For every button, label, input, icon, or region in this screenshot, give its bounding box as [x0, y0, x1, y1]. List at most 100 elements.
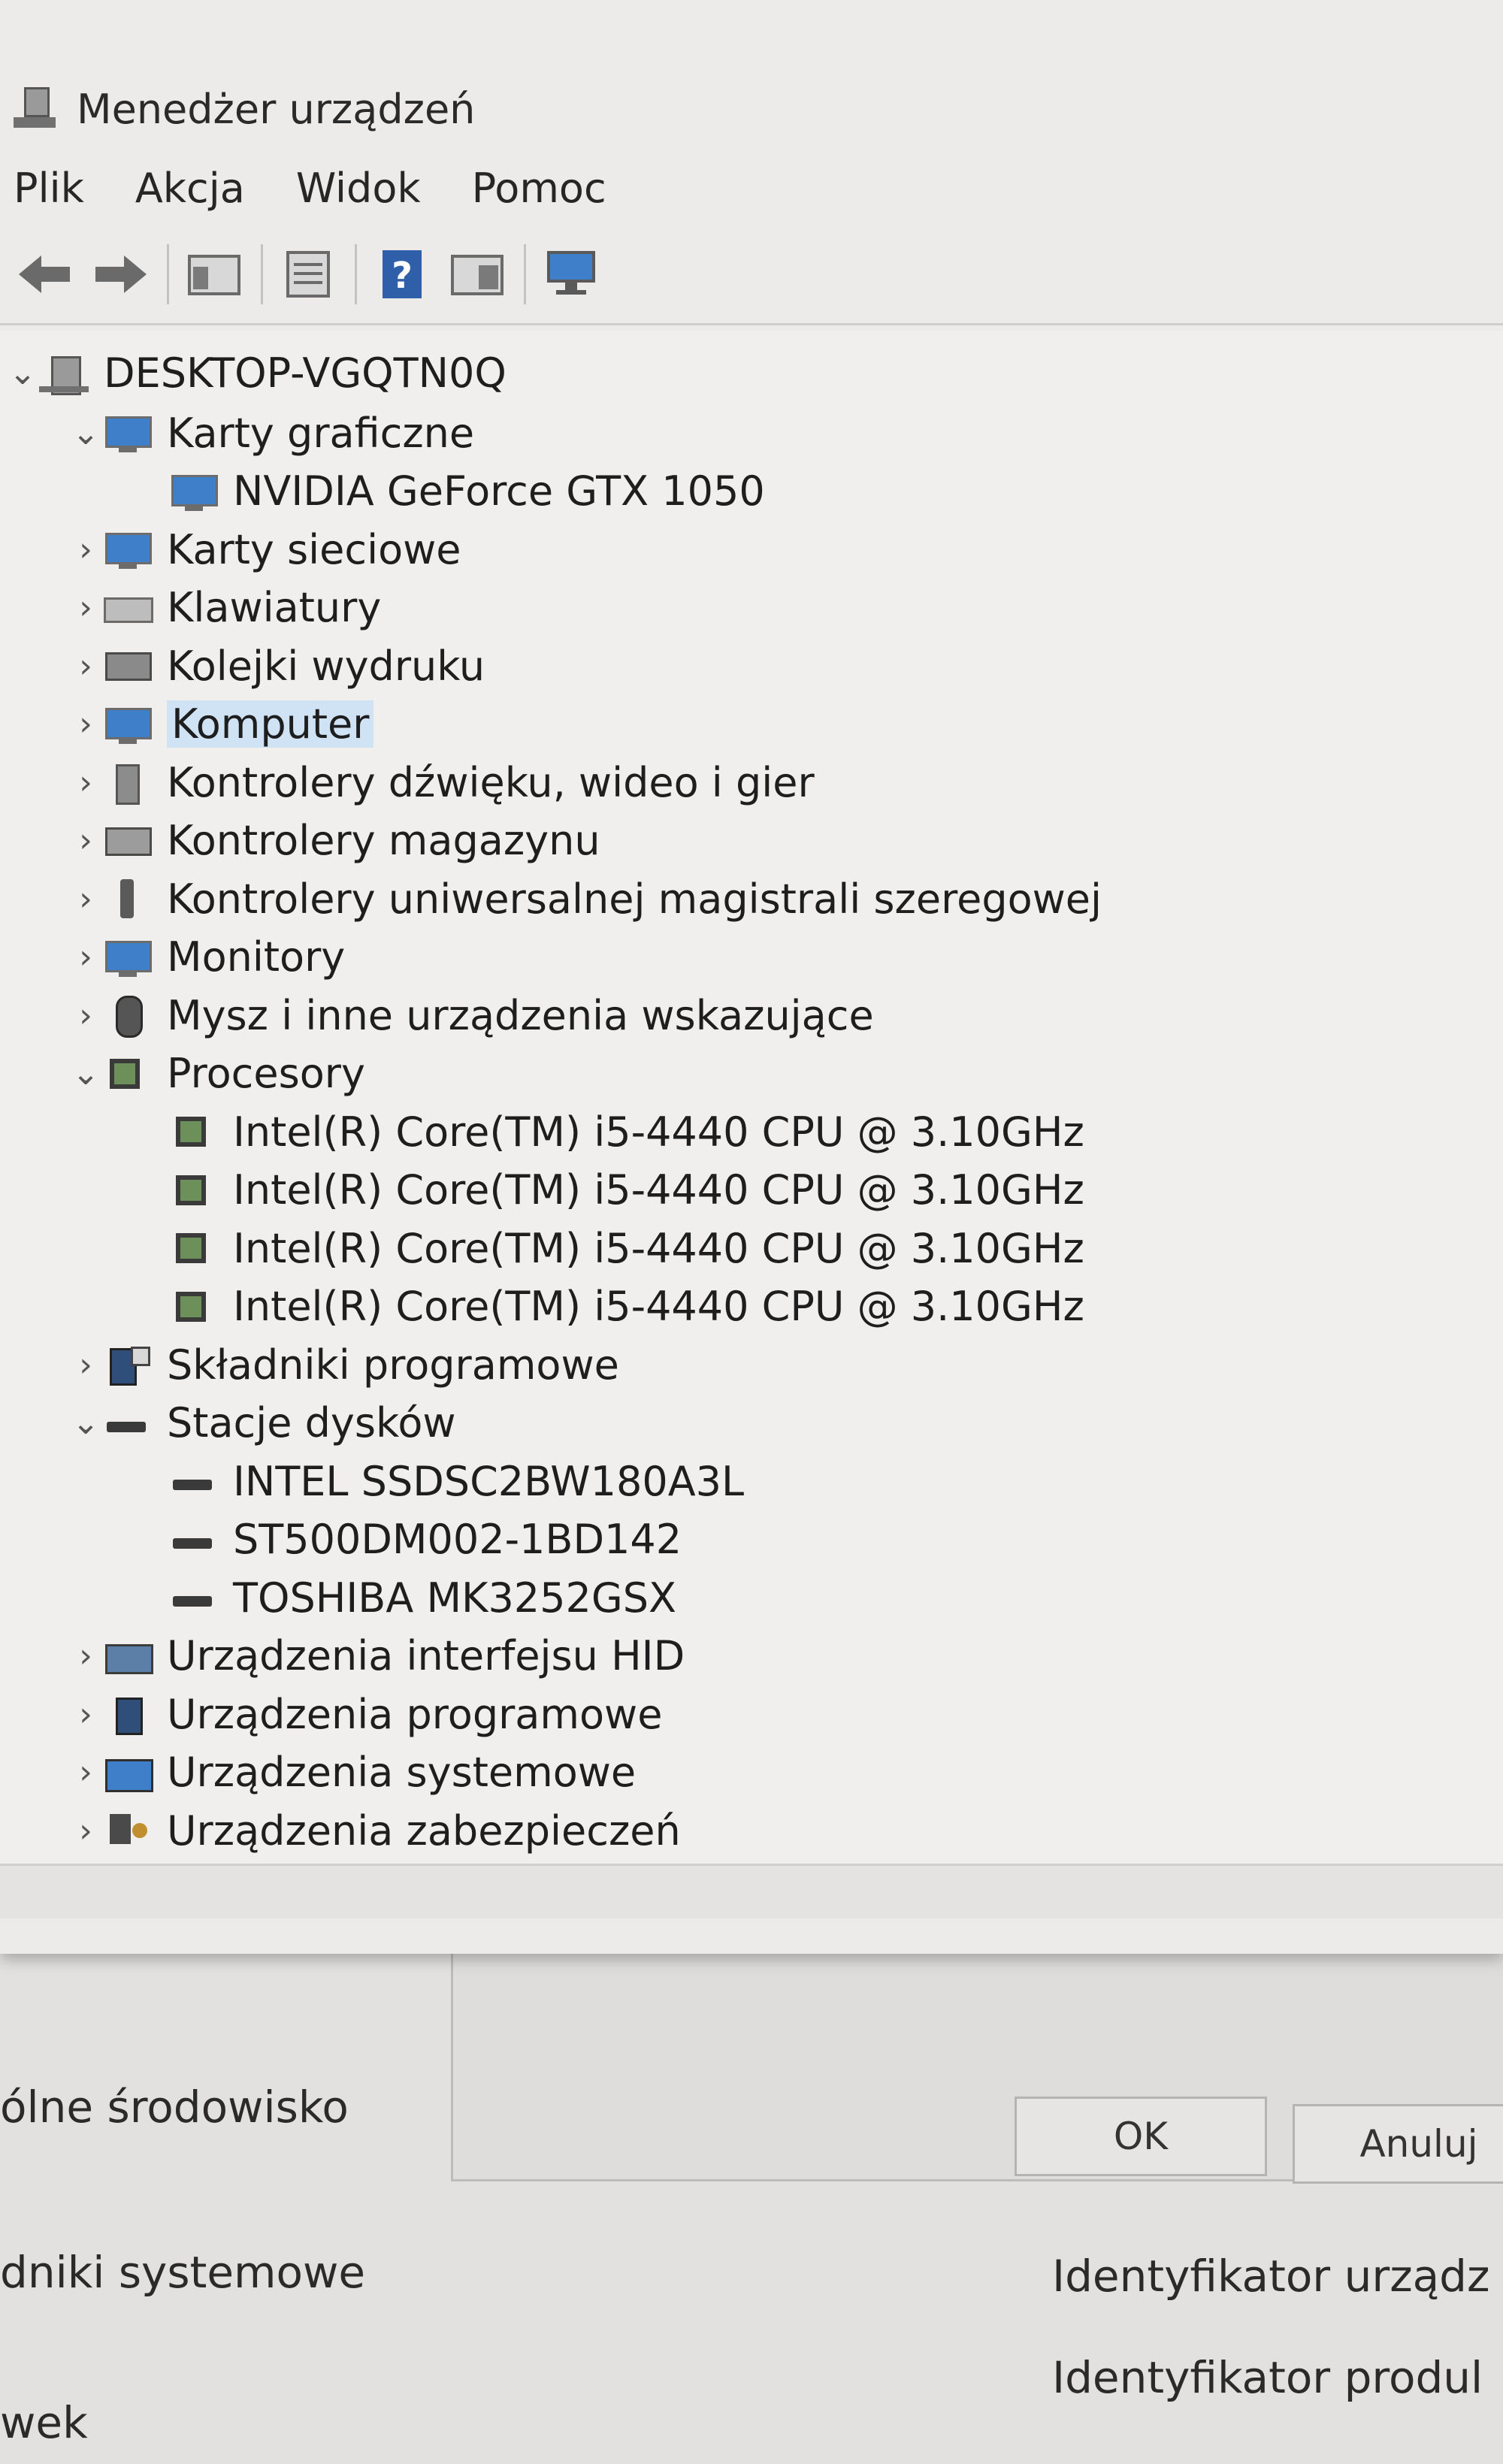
background-product-id-label: Identyfikator produl — [1052, 2352, 1483, 2403]
tree-category-item[interactable]: › Urządzenia zabezpieczeń — [69, 1803, 681, 1858]
menu-action[interactable]: Akcja — [135, 165, 245, 212]
chevron-right-icon[interactable]: › — [69, 988, 102, 1042]
menu-file[interactable]: Plik — [14, 165, 84, 212]
tree-item-label: Procesory — [167, 1050, 365, 1097]
tree-device-item[interactable]: NVIDIA GeForce GTX 1050 — [168, 464, 765, 518]
help-icon: ? — [383, 250, 422, 298]
tree-category-item[interactable]: ⌄ Procesory — [69, 1047, 365, 1101]
toolbar-separator — [261, 244, 263, 304]
window-title: Menedżer urządzeń — [77, 85, 476, 133]
tree-item-label: Klawiatury — [167, 584, 382, 631]
forward-arrow-icon — [95, 255, 147, 293]
view-panel-icon — [451, 255, 504, 295]
help-button[interactable]: ? — [372, 244, 432, 304]
tree-item-label: Karty sieciowe — [167, 525, 461, 573]
chevron-right-icon[interactable]: › — [69, 1803, 102, 1858]
tree-device-item[interactable]: Intel(R) Core(TM) i5-4440 CPU @ 3.10GHz — [168, 1163, 1084, 1217]
chevron-right-icon[interactable]: › — [69, 1629, 102, 1683]
chevron-right-icon[interactable]: › — [69, 639, 102, 693]
toolbar-separator — [355, 244, 357, 304]
chevron-right-icon[interactable]: › — [69, 581, 102, 635]
computer-icon — [39, 352, 89, 395]
forward-button[interactable] — [90, 244, 150, 304]
ok-button[interactable]: OK — [1015, 2097, 1267, 2176]
disk-drive-icon — [168, 1460, 218, 1502]
tree-category-item[interactable]: › Kolejki wydruku — [69, 639, 485, 693]
show-hide-console-tree-button[interactable] — [184, 244, 244, 304]
tree-item-label: Kolejki wydruku — [167, 642, 485, 690]
tree-item-label: Kontrolery dźwięku, wideo i gier — [167, 758, 815, 806]
system-devices-icon — [102, 1752, 153, 1794]
tree-category-item[interactable]: › Kontrolery uniwersalnej magistrali szer… — [69, 872, 1102, 926]
background-item-environment[interactable]: ólne środowisko — [0, 2082, 349, 2133]
device-tree[interactable]: ⌄ DESKTOP-VGQTN0Q ⌄ Karty graficzne NVIDIA… — [0, 331, 1503, 1864]
background-device-id-label: Identyfikator urządz — [1052, 2251, 1490, 2302]
chevron-down-icon[interactable]: ⌄ — [69, 1047, 102, 1101]
tree-category-item[interactable]: › Urządzenia programowe — [69, 1687, 662, 1741]
chevron-down-icon[interactable]: ⌄ — [69, 1396, 102, 1450]
chevron-right-icon[interactable]: › — [69, 755, 102, 809]
toolbar: ? — [0, 225, 1503, 325]
tree-device-item[interactable]: TOSHIBA MK3252GSX — [168, 1571, 676, 1625]
properties-button[interactable] — [278, 244, 338, 304]
chevron-down-icon[interactable]: ⌄ — [6, 346, 39, 400]
scan-hardware-button[interactable] — [541, 244, 601, 304]
tree-device-item[interactable]: ST500DM002-1BD142 — [168, 1513, 682, 1567]
chevron-right-icon[interactable]: › — [69, 1746, 102, 1800]
back-arrow-icon — [19, 255, 70, 293]
chevron-right-icon[interactable]: › — [69, 1338, 102, 1392]
tree-category-item[interactable]: › Urządzenia systemowe — [69, 1746, 636, 1800]
tree-item-label: Kontrolery uniwersalnej magistrali szere… — [167, 875, 1102, 923]
processor-icon — [102, 1053, 152, 1095]
chevron-right-icon[interactable]: › — [69, 814, 102, 868]
tree-device-item[interactable]: Intel(R) Core(TM) i5-4440 CPU @ 3.10GHz — [168, 1221, 1084, 1275]
network-adapter-icon — [102, 528, 152, 570]
tree-category-item[interactable]: › Monitory — [69, 930, 345, 984]
menu-view[interactable]: Widok — [296, 165, 421, 212]
chevron-right-icon[interactable]: › — [69, 522, 102, 576]
device-manager-window: Menedżer urządzeń Plik Akcja Widok Pomoc… — [0, 0, 1503, 1954]
tree-category-item[interactable]: › Komputer — [69, 697, 374, 751]
computer-icon — [102, 703, 152, 745]
chevron-down-icon[interactable]: ⌄ — [69, 406, 102, 460]
tree-category-item[interactable]: › Urządzenia interfejsu HID — [69, 1629, 685, 1683]
tree-item-label: Mysz i inne urządzenia wskazujące — [167, 991, 874, 1039]
chevron-right-icon[interactable]: › — [69, 1687, 102, 1741]
tree-category-item[interactable]: › Kontrolery magazynu — [69, 814, 600, 868]
tree-category-item[interactable]: ⌄ Karty graficzne — [69, 406, 475, 460]
tree-device-item[interactable]: INTEL SSDSC2BW180A3L — [168, 1454, 744, 1508]
tree-category-item[interactable]: › Karty sieciowe — [69, 522, 461, 576]
toolbar-separator — [167, 244, 169, 304]
action-view-button[interactable] — [447, 244, 507, 304]
background-item-system[interactable]: dniki systemowe — [0, 2247, 365, 2298]
keyboard-icon — [102, 587, 153, 629]
disk-drive-icon — [168, 1577, 218, 1619]
menu-help[interactable]: Pomoc — [472, 165, 606, 212]
tree-root[interactable]: ⌄ DESKTOP-VGQTN0Q — [6, 346, 507, 400]
tree-category-item[interactable]: › Klawiatury — [69, 581, 381, 635]
tree-item-label: INTEL SSDSC2BW180A3L — [233, 1457, 745, 1505]
hid-icon — [102, 1635, 153, 1677]
back-button[interactable] — [15, 244, 75, 304]
security-device-icon — [102, 1809, 152, 1852]
display-adapter-icon — [102, 412, 152, 454]
storage-controller-icon — [102, 820, 152, 862]
tree-item-label: TOSHIBA MK3252GSX — [233, 1574, 676, 1622]
background-item-other[interactable]: wek — [0, 2397, 88, 2448]
tree-category-item[interactable]: › Kontrolery dźwięku, wideo i gier — [69, 755, 815, 809]
tree-category-item[interactable]: › Mysz i inne urządzenia wskazujące — [69, 988, 874, 1042]
svg-text:?: ? — [392, 255, 413, 297]
tree-item-label: Stacje dysków — [167, 1399, 456, 1447]
chevron-right-icon[interactable]: › — [69, 872, 102, 926]
printer-icon — [102, 645, 152, 687]
cancel-button[interactable]: Anuluj — [1293, 2104, 1503, 2184]
tree-item-label: Intel(R) Core(TM) i5-4440 CPU @ 3.10GHz — [233, 1283, 1084, 1330]
tree-category-item[interactable]: › Składniki programowe — [69, 1338, 619, 1392]
speaker-icon — [102, 761, 152, 805]
tree-device-item[interactable]: Intel(R) Core(TM) i5-4440 CPU @ 3.10GHz — [168, 1105, 1084, 1159]
horizontal-scrollbar[interactable] — [0, 1864, 1503, 1918]
chevron-right-icon[interactable]: › — [69, 930, 102, 984]
tree-device-item[interactable]: Intel(R) Core(TM) i5-4440 CPU @ 3.10GHz — [168, 1280, 1084, 1334]
chevron-right-icon[interactable]: › — [69, 697, 102, 751]
tree-category-item[interactable]: ⌄ Stacje dysków — [69, 1396, 456, 1450]
